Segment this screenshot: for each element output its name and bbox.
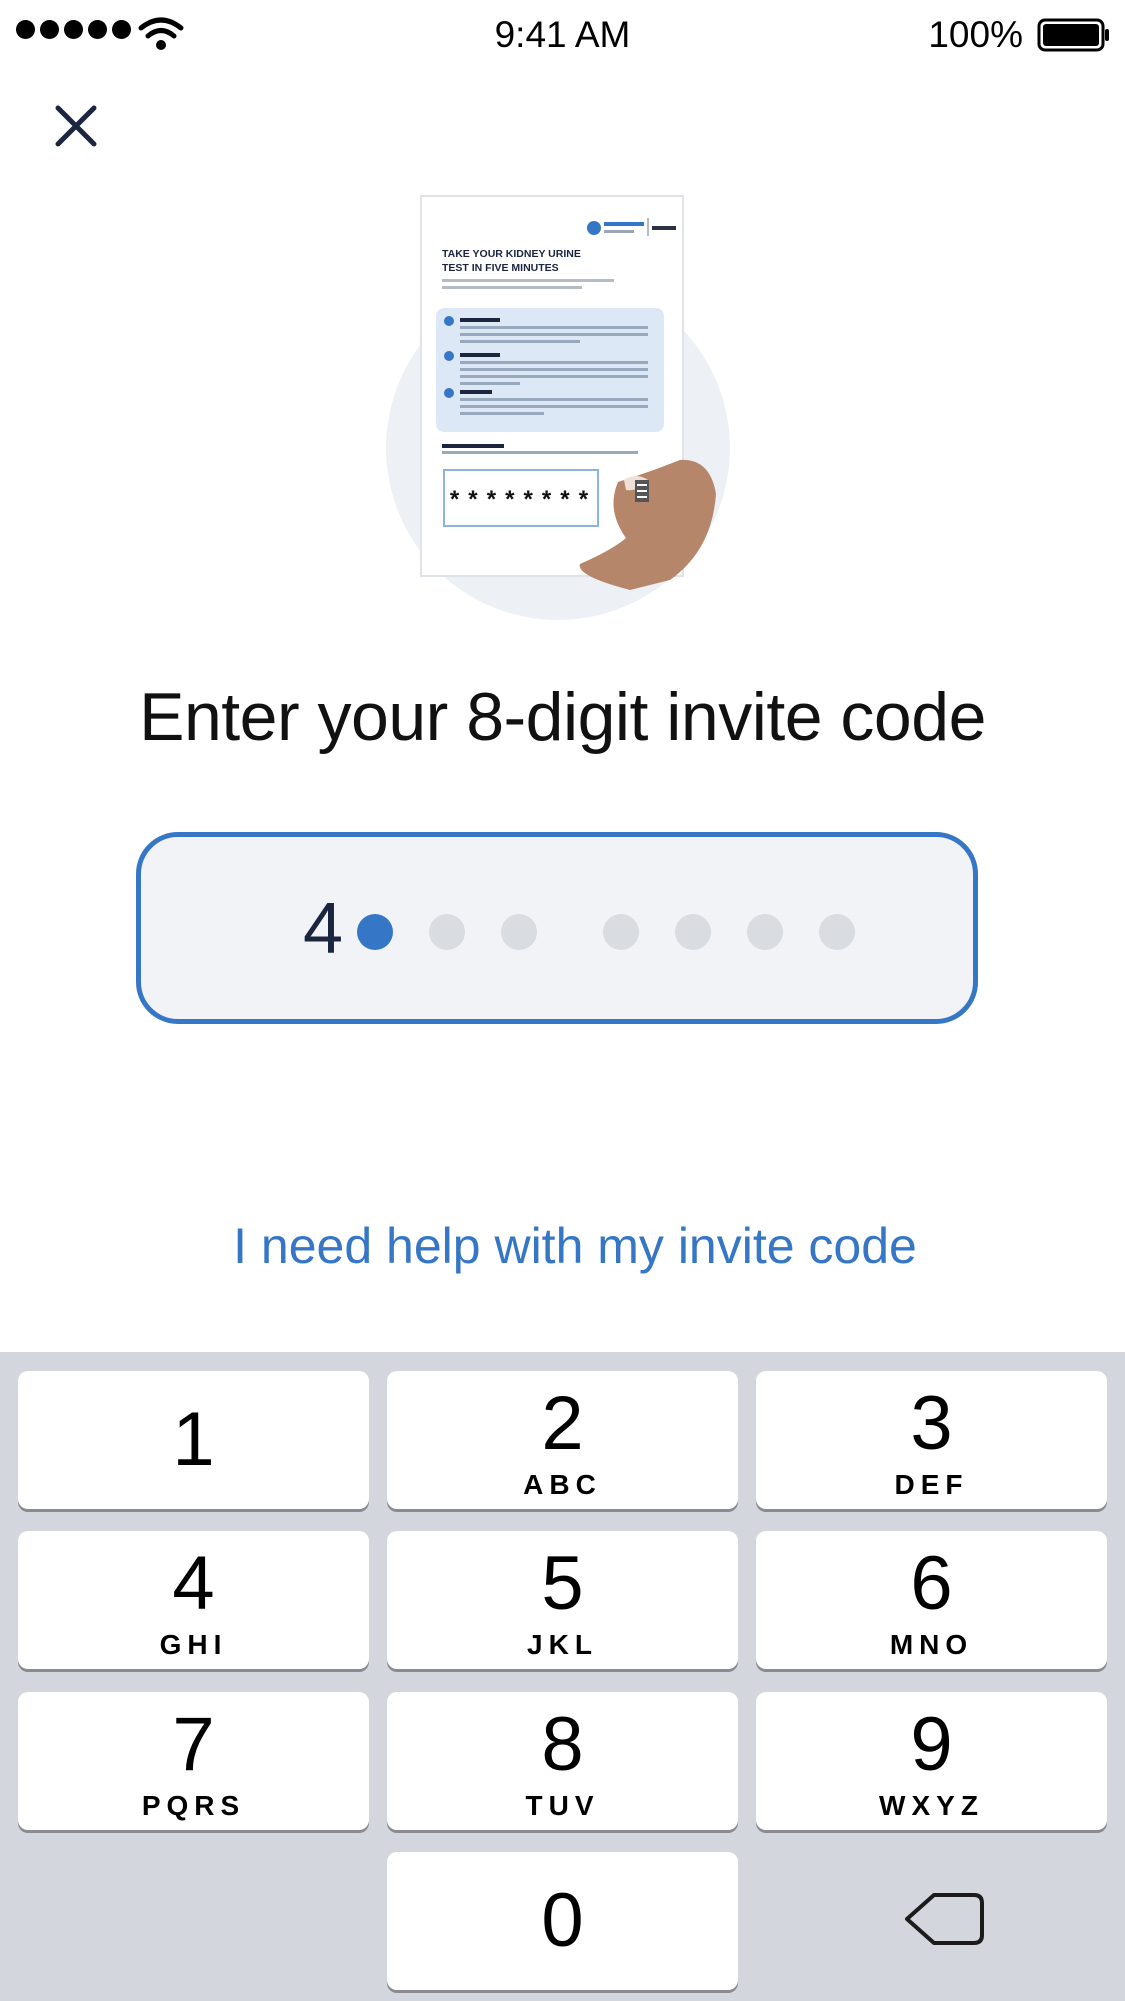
key-6[interactable]: 6 MNO xyxy=(756,1531,1107,1669)
invite-code-help-link[interactable]: I need help with my invite code xyxy=(0,1217,1125,1275)
key-2[interactable]: 2 ABC xyxy=(387,1371,738,1509)
code-placeholder-dot xyxy=(747,914,783,950)
code-placeholder-dot xyxy=(603,914,639,950)
key-letters: ABC xyxy=(523,1469,602,1500)
key-4[interactable]: 4 GHI xyxy=(18,1531,369,1669)
key-number: 1 xyxy=(172,1397,215,1482)
close-icon[interactable] xyxy=(50,100,102,152)
invite-code-field[interactable]: 4 xyxy=(136,832,978,1024)
key-letters: JKL xyxy=(527,1629,598,1660)
key-number: 9 xyxy=(910,1702,953,1787)
key-number: 6 xyxy=(910,1541,953,1626)
key-letters: PQRS xyxy=(141,1790,246,1821)
key-number: 7 xyxy=(172,1702,215,1787)
key-number: 0 xyxy=(541,1878,584,1963)
code-placeholder-dot xyxy=(819,914,855,950)
key-number: 8 xyxy=(541,1702,584,1787)
key-number: 3 xyxy=(910,1381,953,1466)
key-7[interactable]: 7 PQRS xyxy=(18,1692,369,1830)
delete-key[interactable] xyxy=(756,1852,1107,1990)
illustration-title-1: TAKE YOUR KIDNEY URINE xyxy=(442,248,581,260)
key-number: 5 xyxy=(541,1541,584,1626)
code-placeholder-dot xyxy=(429,914,465,950)
page-title: Enter your 8-digit invite code xyxy=(139,679,986,755)
key-1[interactable]: 1 xyxy=(18,1371,369,1509)
key-letters: WXYZ xyxy=(879,1790,984,1821)
key-9[interactable]: 9 WXYZ xyxy=(756,1692,1107,1830)
battery-percentage: 100% xyxy=(928,14,1023,55)
backspace-icon xyxy=(905,1893,984,1945)
code-placeholder-dot xyxy=(675,914,711,950)
code-cursor-dot xyxy=(357,914,393,950)
key-5[interactable]: 5 JKL xyxy=(387,1531,738,1669)
key-number: 4 xyxy=(172,1541,215,1626)
key-letters: MNO xyxy=(889,1629,974,1660)
invite-card-illustration: TAKE YOUR KIDNEY URINE TEST IN FIVE MINU… xyxy=(386,195,730,620)
key-letters: DEF xyxy=(894,1469,969,1500)
key-8[interactable]: 8 TUV xyxy=(387,1692,738,1830)
illustration-code-mask: ******** xyxy=(447,489,594,516)
invite-code-screen: 9:41 AM 100% TAKE YOUR KIDNEY URINE TEST… xyxy=(0,0,1125,2001)
key-number: 2 xyxy=(541,1381,584,1466)
code-digit: 4 xyxy=(302,889,344,969)
code-placeholder-dot xyxy=(501,914,537,950)
battery-icon xyxy=(1037,18,1109,52)
illustration-title-2: TEST IN FIVE MINUTES xyxy=(442,262,559,274)
key-letters: TUV xyxy=(525,1790,600,1821)
key-0[interactable]: 0 xyxy=(387,1852,738,1990)
key-letters: GHI xyxy=(159,1629,228,1660)
status-bar: 9:41 AM 100% xyxy=(0,0,1125,70)
key-3[interactable]: 3 DEF xyxy=(756,1371,1107,1509)
